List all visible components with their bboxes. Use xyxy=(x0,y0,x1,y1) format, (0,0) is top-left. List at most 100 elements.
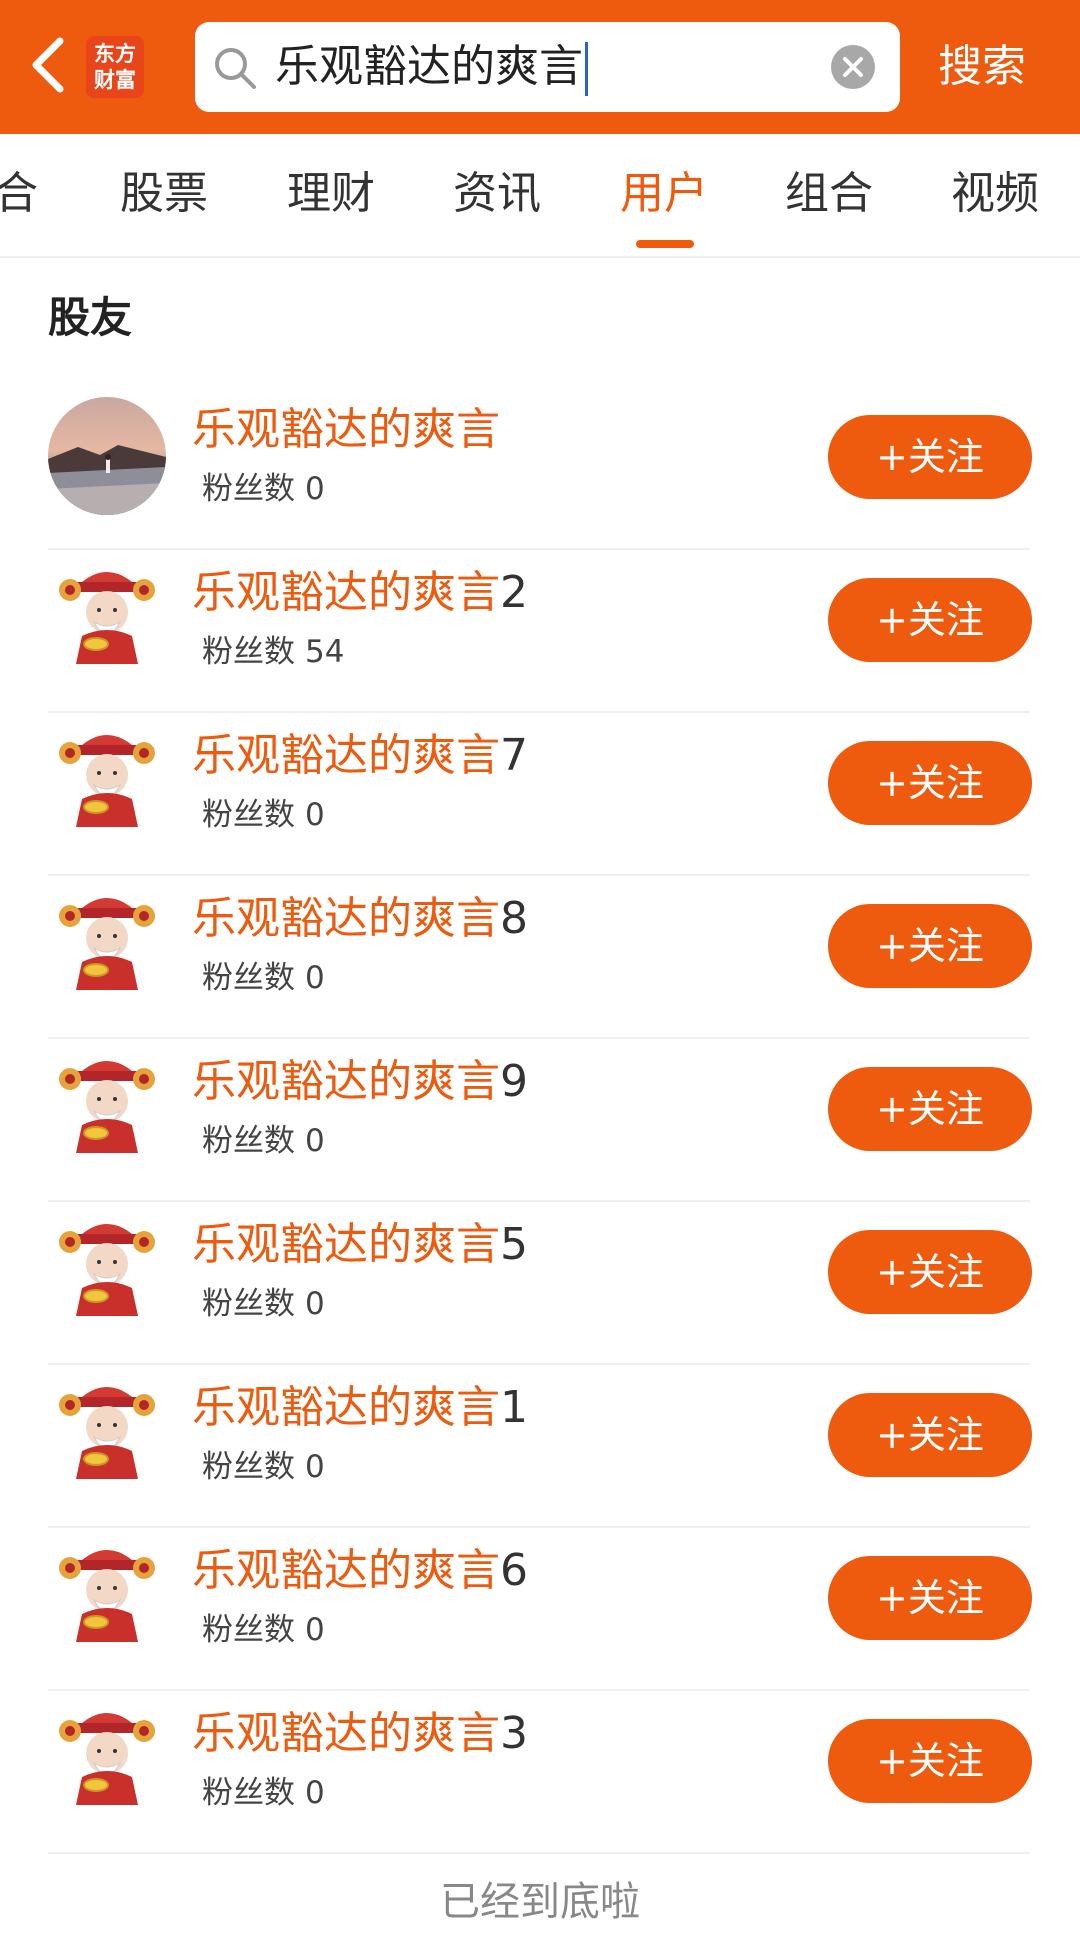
tab-users[interactable]: 用户 xyxy=(620,164,708,224)
avatar[interactable] xyxy=(48,1701,166,1819)
list-item[interactable]: 乐观豁达的爽言9 粉丝数 0 +关注 xyxy=(0,1039,1080,1202)
user-name[interactable]: 乐观豁达的爽言7 xyxy=(192,727,528,785)
fortune-god-icon xyxy=(59,1061,155,1153)
search-input[interactable]: 乐观豁达的爽言 xyxy=(275,22,588,112)
user-name-suffix: 5 xyxy=(500,1219,528,1270)
avatar[interactable] xyxy=(48,886,166,1004)
fans-number: 0 xyxy=(305,960,325,996)
list-item[interactable]: 乐观豁达的爽言5 粉丝数 0 +关注 xyxy=(0,1202,1080,1365)
user-name-text: 乐观豁达的爽言 xyxy=(192,893,500,944)
fans-number: 0 xyxy=(305,1449,325,1485)
user-name-suffix: 2 xyxy=(500,567,528,618)
fortune-god-icon xyxy=(59,1550,155,1642)
follow-button[interactable]: +关注 xyxy=(828,1230,1032,1314)
user-name[interactable]: 乐观豁达的爽言9 xyxy=(192,1053,528,1111)
fans-number: 54 xyxy=(305,634,345,670)
logo-line-1: 东方 xyxy=(94,41,136,66)
user-name-text: 乐观豁达的爽言 xyxy=(192,1056,500,1107)
fans-label: 粉丝数 xyxy=(202,960,295,996)
fans-count: 粉丝数 0 xyxy=(202,1608,325,1652)
fans-number: 0 xyxy=(305,471,325,507)
search-icon xyxy=(215,48,256,89)
fans-label: 粉丝数 xyxy=(202,797,295,833)
tab-portfolio[interactable]: 组合 xyxy=(785,164,873,224)
fortune-god-icon xyxy=(59,1387,155,1479)
app-logo: 东方 财富 xyxy=(86,36,144,98)
follow-button[interactable]: +关注 xyxy=(828,904,1032,988)
fans-number: 0 xyxy=(305,1286,325,1322)
tab-stocks[interactable]: 股票 xyxy=(120,164,208,224)
search-input-value: 乐观豁达的爽言 xyxy=(275,41,583,92)
user-name[interactable]: 乐观豁达的爽言5 xyxy=(192,1216,528,1274)
tab-video[interactable]: 视频 xyxy=(951,164,1039,224)
fans-label: 粉丝数 xyxy=(202,1612,295,1648)
list-item[interactable]: 乐观豁达的爽言7 粉丝数 0 +关注 xyxy=(0,713,1080,876)
list-item[interactable]: 乐观豁达的爽言6 粉丝数 0 +关注 xyxy=(0,1528,1080,1691)
divider xyxy=(48,1852,1030,1854)
fans-count: 粉丝数 0 xyxy=(202,956,325,1000)
follow-button[interactable]: +关注 xyxy=(828,1719,1032,1803)
fans-label: 粉丝数 xyxy=(202,634,295,670)
tab-news[interactable]: 资讯 xyxy=(453,164,541,224)
text-caret xyxy=(585,42,588,96)
user-list: 乐观豁达的爽言 粉丝数 0 +关注 乐观豁达的爽言2 粉丝数 54 +关注 乐观… xyxy=(0,387,1080,1854)
list-item[interactable]: 乐观豁达的爽言2 粉丝数 54 +关注 xyxy=(0,550,1080,713)
top-bar: 东方 财富 乐观豁达的爽言 搜索 xyxy=(0,0,1080,134)
follow-button[interactable]: +关注 xyxy=(828,741,1032,825)
follow-button[interactable]: +关注 xyxy=(828,1067,1032,1151)
tab-wealth[interactable]: 理财 xyxy=(287,164,375,224)
fans-count: 粉丝数 0 xyxy=(202,467,325,511)
avatar[interactable] xyxy=(48,1538,166,1656)
fortune-god-icon xyxy=(59,735,155,827)
fans-count: 粉丝数 0 xyxy=(202,1771,325,1815)
user-name[interactable]: 乐观豁达的爽言8 xyxy=(192,890,528,948)
user-name-suffix: 6 xyxy=(500,1545,528,1596)
avatar[interactable] xyxy=(48,1049,166,1167)
clear-icon[interactable] xyxy=(830,44,876,90)
user-name[interactable]: 乐观豁达的爽言1 xyxy=(192,1379,528,1437)
user-name-suffix: 1 xyxy=(500,1382,528,1433)
fortune-god-icon xyxy=(59,1224,155,1316)
fans-number: 0 xyxy=(305,1612,325,1648)
fans-count: 粉丝数 54 xyxy=(202,630,344,674)
back-button[interactable] xyxy=(20,34,76,96)
avatar[interactable] xyxy=(48,1212,166,1330)
section-title: 股友 xyxy=(48,293,133,342)
landscape-photo xyxy=(48,397,166,515)
fans-count: 粉丝数 0 xyxy=(202,1119,325,1163)
user-name[interactable]: 乐观豁达的爽言2 xyxy=(192,564,528,622)
list-item[interactable]: 乐观豁达的爽言1 粉丝数 0 +关注 xyxy=(0,1365,1080,1528)
fortune-god-icon xyxy=(59,572,155,664)
fans-label: 粉丝数 xyxy=(202,471,295,507)
follow-button[interactable]: +关注 xyxy=(828,578,1032,662)
avatar[interactable] xyxy=(48,560,166,678)
follow-button[interactable]: +关注 xyxy=(828,1556,1032,1640)
user-name-text: 乐观豁达的爽言 xyxy=(192,567,500,618)
avatar[interactable] xyxy=(48,397,166,515)
list-item[interactable]: 乐观豁达的爽言8 粉丝数 0 +关注 xyxy=(0,876,1080,1039)
fans-label: 粉丝数 xyxy=(202,1123,295,1159)
category-tabs: 合 股票 理财 资讯 用户 组合 视频 xyxy=(0,134,1080,258)
active-tab-indicator xyxy=(636,240,694,248)
avatar[interactable] xyxy=(48,1375,166,1493)
user-name[interactable]: 乐观豁达的爽言 xyxy=(192,401,500,459)
user-name[interactable]: 乐观豁达的爽言3 xyxy=(192,1705,528,1763)
fans-count: 粉丝数 0 xyxy=(202,1282,325,1326)
user-name-suffix: 7 xyxy=(500,730,528,781)
user-name[interactable]: 乐观豁达的爽言6 xyxy=(192,1542,528,1600)
search-button[interactable]: 搜索 xyxy=(938,36,1026,98)
follow-button[interactable]: +关注 xyxy=(828,415,1032,499)
logo-line-2: 财富 xyxy=(94,67,136,92)
avatar[interactable] xyxy=(48,723,166,841)
list-item[interactable]: 乐观豁达的爽言 粉丝数 0 +关注 xyxy=(0,387,1080,550)
user-name-text: 乐观豁达的爽言 xyxy=(192,1219,500,1270)
fortune-god-icon xyxy=(59,898,155,990)
search-box[interactable]: 乐观豁达的爽言 xyxy=(195,22,900,112)
follow-button[interactable]: +关注 xyxy=(828,1393,1032,1477)
fans-label: 粉丝数 xyxy=(202,1775,295,1811)
user-name-text: 乐观豁达的爽言 xyxy=(192,1545,500,1596)
list-item[interactable]: 乐观豁达的爽言3 粉丝数 0 +关注 xyxy=(0,1691,1080,1854)
tab-combined[interactable]: 合 xyxy=(0,164,38,224)
fans-label: 粉丝数 xyxy=(202,1449,295,1485)
end-of-list-text: 已经到底啦 xyxy=(440,1879,640,1925)
